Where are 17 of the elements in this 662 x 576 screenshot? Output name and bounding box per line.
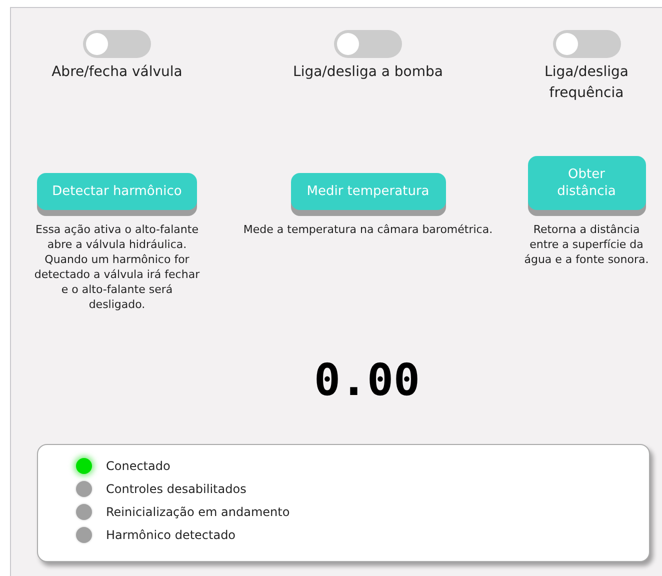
- action-button[interactable]: Obter distância: [528, 156, 646, 210]
- toggle-label: Liga/desliga frequência: [544, 63, 630, 103]
- numeric-display: 0.00: [313, 356, 421, 406]
- action-description: Mede a temperatura na câmara barométrica.: [242, 222, 494, 237]
- status-label: Conectado: [106, 458, 170, 474]
- action-button[interactable]: Medir temperatura: [290, 173, 446, 210]
- toggle-label: Liga/desliga a bomba: [293, 63, 443, 82]
- toggle-switch[interactable]: [334, 30, 402, 58]
- toggle-label: Abre/fecha válvula: [52, 63, 182, 82]
- status-label: Harmônico detectado: [106, 527, 236, 543]
- action-button[interactable]: Detectar harmônico: [37, 173, 197, 210]
- action-description: Retorna a distância entre a superfície da água e a fonte sonora.: [524, 222, 649, 267]
- status-label: Controles desabilitados: [106, 481, 246, 497]
- status-label: Reinicialização em andamento: [106, 504, 290, 520]
- toggle-switch[interactable]: [552, 30, 620, 58]
- action-description: Essa ação ativa o alto-falante abre a válvula hidráulica. Quando um harmônico for detectado a válvula irá fechar e o alto-falante será desligado.: [33, 222, 201, 312]
- toggle-switch[interactable]: [83, 30, 151, 58]
